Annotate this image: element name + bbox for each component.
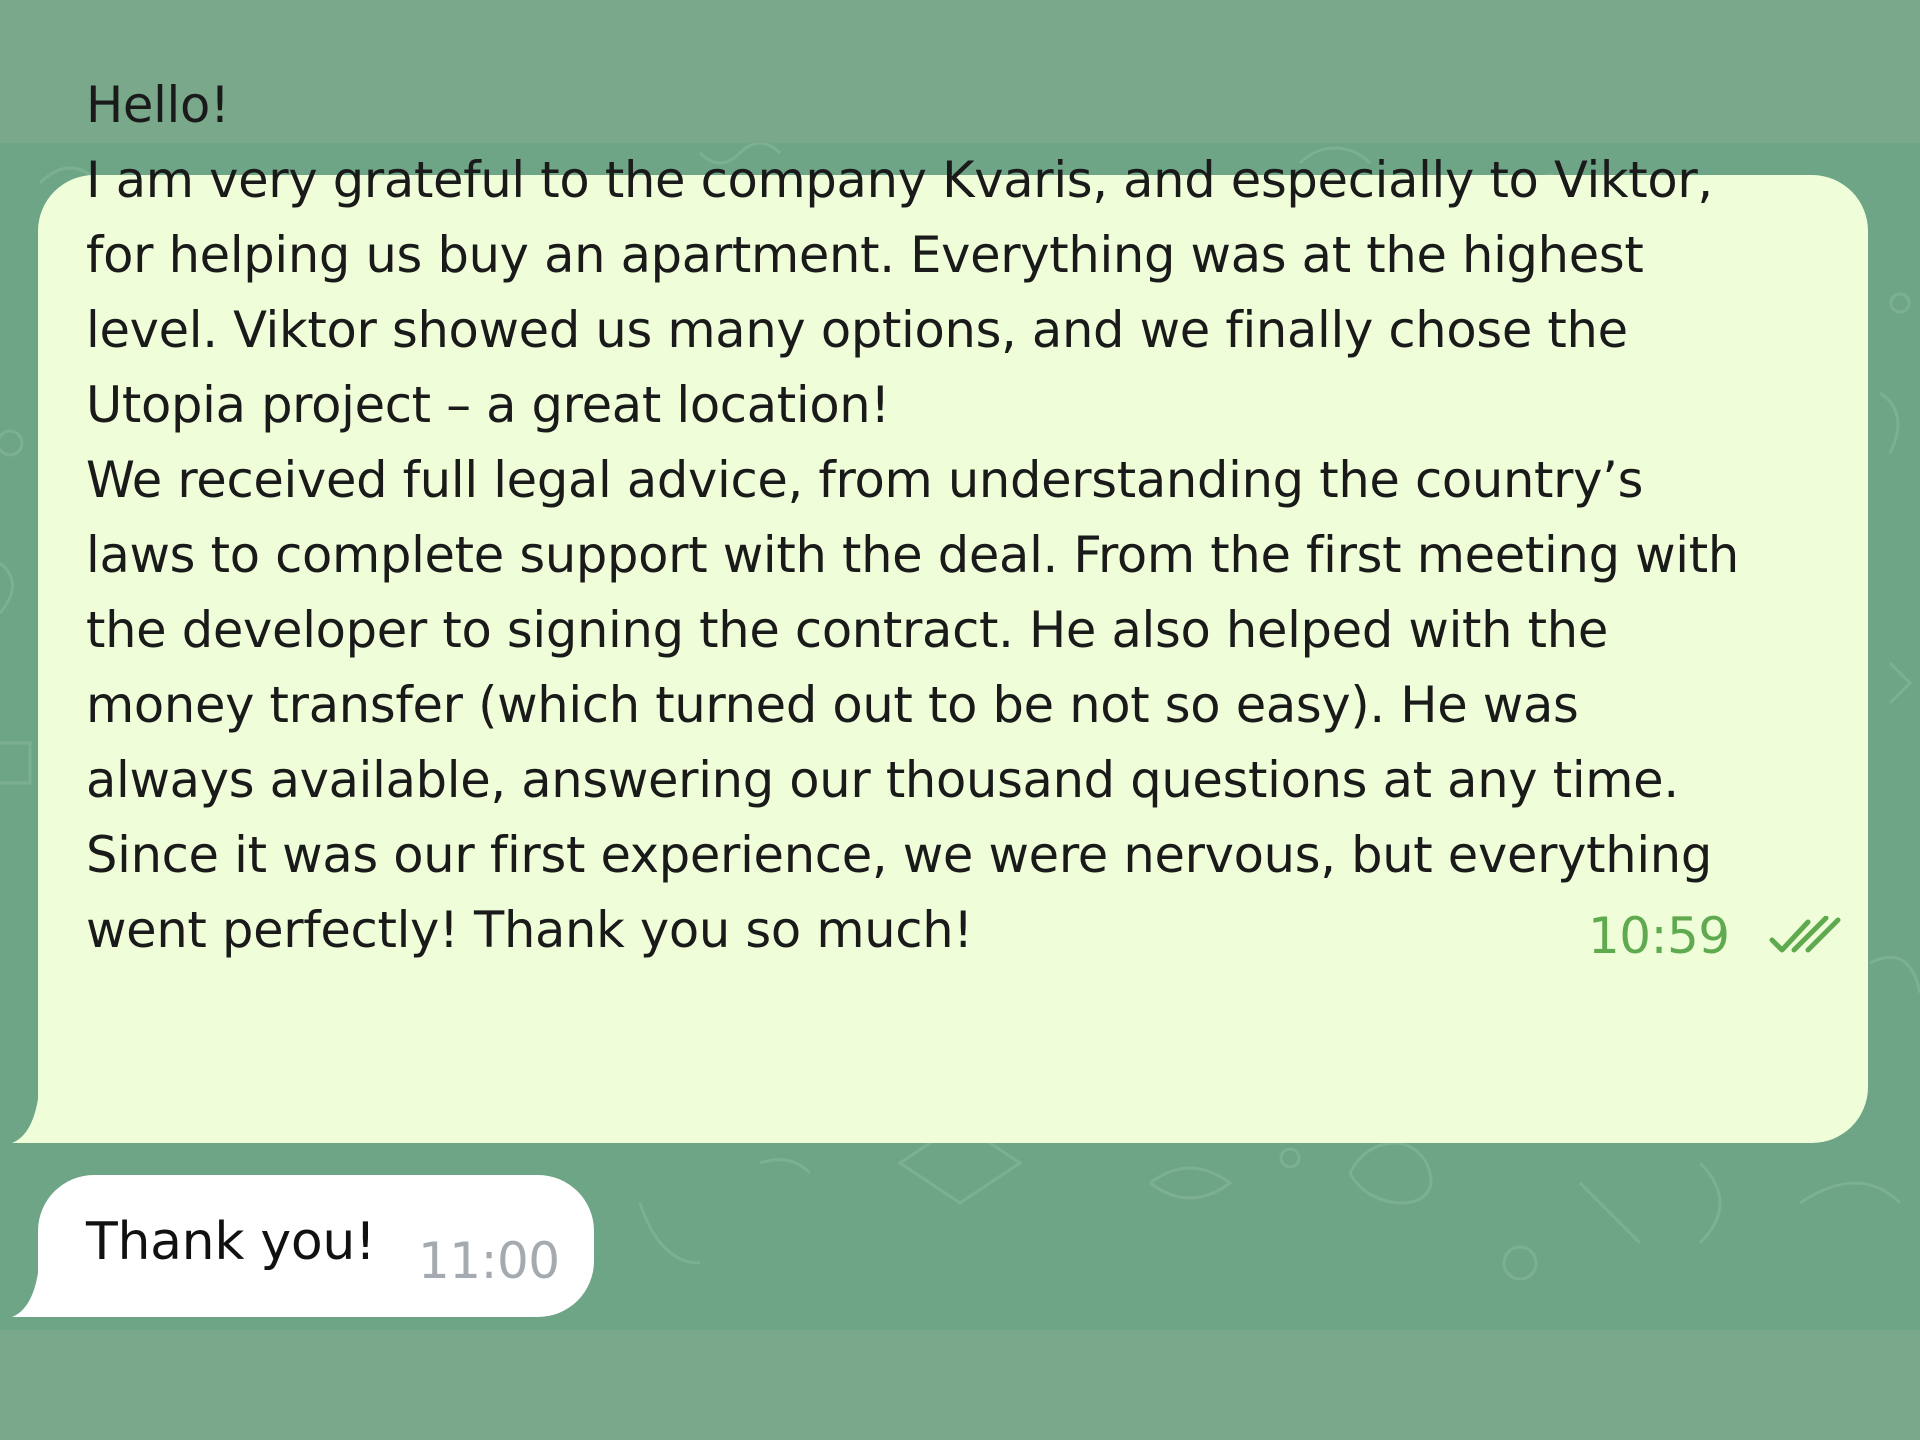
incoming-message-time: 11:00 bbox=[418, 1232, 560, 1290]
outgoing-message-text: Hello! I am very grateful to the company… bbox=[86, 76, 1739, 959]
double-check-icon bbox=[1769, 916, 1841, 953]
screenshot-frame: Hello! I am very grateful to the company… bbox=[0, 0, 1920, 1440]
incoming-bubble-tail bbox=[12, 1273, 72, 1317]
outgoing-bubble-tail bbox=[12, 1099, 72, 1143]
incoming-message-text: Thank you! bbox=[86, 1212, 376, 1272]
outgoing-message-time: 10:59 bbox=[1588, 907, 1730, 965]
outgoing-message-meta: 10:59 bbox=[1588, 906, 1842, 966]
